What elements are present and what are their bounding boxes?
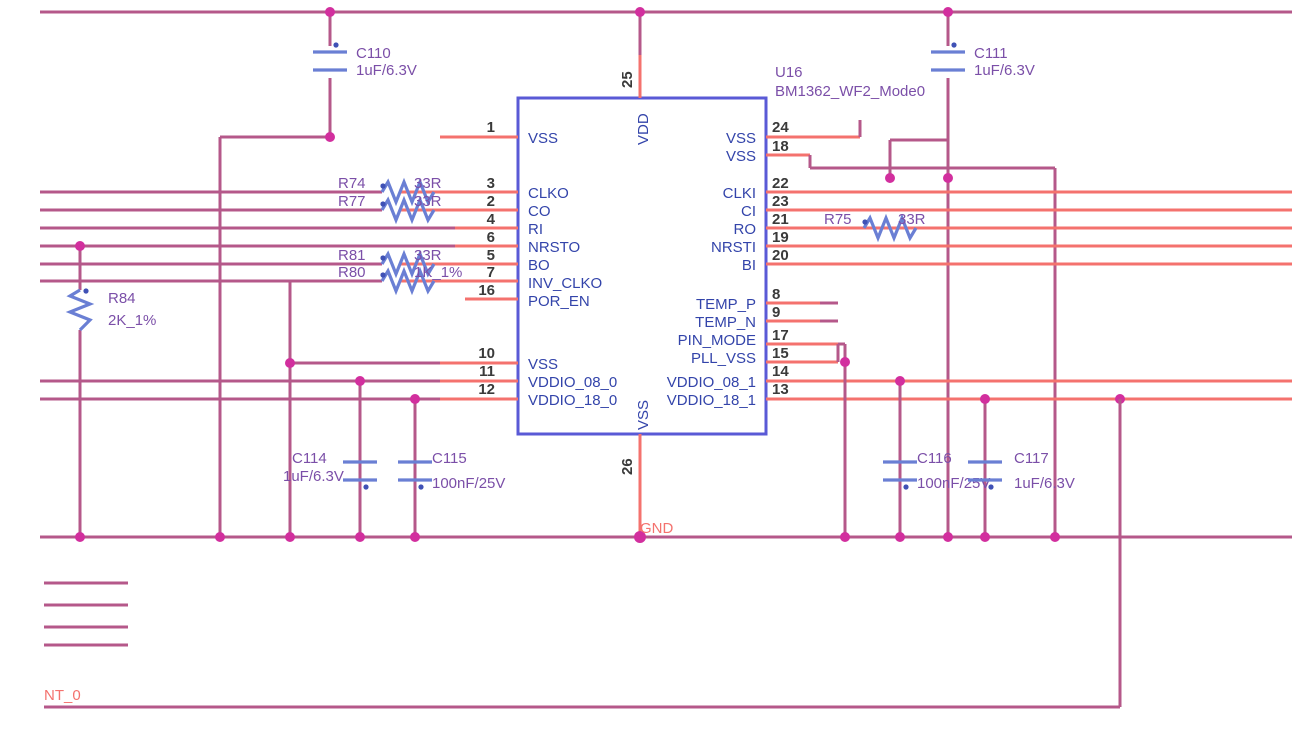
capacitor-c111[interactable]: C111 1uF/6.3V — [931, 42, 1035, 79]
ic-part-number: BM1362_WF2_Mode0 — [775, 83, 925, 100]
pin-label-3: CLKO — [528, 185, 569, 202]
pin-number-15: 15 — [772, 345, 789, 362]
resistor-r80[interactable]: R80 1K_1% — [338, 264, 462, 296]
capacitor-c115-value: 100nF/25V — [432, 475, 505, 492]
pin-label-6: NRSTO — [528, 239, 580, 256]
pin-number-17: 17 — [772, 327, 789, 344]
capacitor-c110-ref: C110 — [356, 45, 391, 62]
resistor-r84-ref: R84 — [108, 290, 136, 307]
resistor-r74-ref: R74 — [338, 175, 366, 192]
pin-label-14: VDDIO_08_1 — [667, 374, 756, 391]
pin-number-4: 4 — [487, 211, 496, 228]
resistor-r84[interactable]: R84 2K_1% — [65, 288, 156, 332]
ic-designator: U16 — [775, 64, 803, 81]
pin-number-6: 6 — [487, 229, 495, 246]
capacitor-c110[interactable]: C110 1uF/6.3V — [313, 42, 417, 79]
pin-label-19: NRSTI — [711, 239, 756, 256]
resistor-r81-ref: R81 — [338, 247, 366, 264]
pin-label-vdd: VDD — [635, 113, 652, 145]
net-nt0: NT_0 — [44, 399, 1122, 709]
pin-number-20: 20 — [772, 247, 789, 264]
left-pin-numbers: 1 3 2 4 6 5 7 16 10 11 12 — [478, 119, 495, 398]
capacitor-c114-value: 1uF/6.3V — [283, 468, 344, 485]
pin-number-19: 19 — [772, 229, 789, 246]
capacitor-c116-ref: C116 — [917, 450, 952, 467]
capacitor-c114[interactable]: C114 1uF/6.3V — [283, 450, 377, 490]
pin-number-7: 7 — [487, 264, 495, 281]
pin-label-20: BI — [742, 257, 756, 274]
pin-label-17: PIN_MODE — [678, 332, 756, 349]
pin-number-21: 21 — [772, 211, 789, 228]
pin-label-13: VDDIO_18_1 — [667, 392, 756, 409]
pin-label-18: VSS — [726, 148, 756, 165]
pin-number-26: 26 — [619, 458, 636, 475]
capacitor-c111-value: 1uF/6.3V — [974, 62, 1035, 79]
pin-label-24: VSS — [726, 130, 756, 147]
pin-number-13: 13 — [772, 381, 789, 398]
pin-number-3: 3 — [487, 175, 495, 192]
resistor-r80-ref: R80 — [338, 264, 366, 281]
pin-label-1: VSS — [528, 130, 558, 147]
pin-label-7: INV_CLKO — [528, 275, 602, 292]
vss-return-wires — [808, 120, 1055, 170]
left-bus-wires — [40, 190, 455, 537]
pin-number-25: 25 — [619, 71, 636, 88]
resistor-r75-value: 33R — [898, 211, 926, 228]
right-pin-numbers: 24 18 22 23 21 19 20 8 9 17 15 14 13 — [772, 119, 789, 398]
schematic-canvas: U16 BM1362_WF2_Mode0 25 VDD VSS 26 VSS C… — [0, 0, 1292, 733]
pin-number-18: 18 — [772, 138, 789, 155]
resistor-r81-value: 33R — [414, 247, 442, 264]
resistor-r77[interactable]: R77 33R — [338, 193, 442, 225]
pin-label-21: RO — [734, 221, 757, 238]
resistor-r75-ref: R75 — [824, 211, 852, 228]
capacitor-c114-ref: C114 — [292, 450, 327, 467]
pin-label-15: PLL_VSS — [691, 350, 756, 367]
pin-number-9: 9 — [772, 304, 780, 321]
pin-label-2: CO — [528, 203, 551, 220]
pin-number-12: 12 — [478, 381, 495, 398]
pin-number-10: 10 — [478, 345, 495, 362]
pin-number-23: 23 — [772, 193, 789, 210]
pin-number-11: 11 — [479, 363, 495, 380]
pin-label-12: VDDIO_18_0 — [528, 392, 617, 409]
capacitor-c111-ref: C111 — [974, 45, 1008, 62]
pin-label-23: CI — [741, 203, 756, 220]
net-label-nt0: NT_0 — [44, 687, 81, 704]
pin-number-5: 5 — [487, 247, 495, 264]
pin-number-1: 1 — [487, 119, 495, 136]
pin-number-8: 8 — [772, 286, 780, 303]
pin-label-8: TEMP_P — [696, 296, 756, 313]
resistor-r74-value: 33R — [414, 175, 442, 192]
pinmode-pllvss-wires — [820, 301, 850, 537]
resistor-r75[interactable]: R75 33R — [824, 211, 926, 243]
pin-number-24: 24 — [772, 119, 789, 136]
capacitor-c117-value: 1uF/6.3V — [1014, 475, 1075, 492]
pin-label-11: VDDIO_08_0 — [528, 374, 617, 391]
capacitor-c116-value: 100nF/25V — [917, 475, 990, 492]
pin-number-14: 14 — [772, 363, 789, 380]
pin-label-16: POR_EN — [528, 293, 590, 310]
schematic-svg: U16 BM1362_WF2_Mode0 25 VDD VSS 26 VSS C… — [40, 7, 1292, 709]
pin-label-9: TEMP_N — [695, 314, 756, 331]
capacitor-c115-ref: C115 — [432, 450, 467, 467]
net-label-gnd: GND — [640, 520, 674, 537]
resistor-r80-value: 1K_1% — [414, 264, 462, 281]
pin-label-10: VSS — [528, 356, 558, 373]
pin-number-22: 22 — [772, 175, 789, 192]
resistor-r84-value: 2K_1% — [108, 312, 156, 329]
pin-number-2: 2 — [487, 193, 495, 210]
bottom-left-stub-wires — [44, 581, 128, 647]
pin-label-22: CLKI — [723, 185, 756, 202]
capacitor-c110-value: 1uF/6.3V — [356, 62, 417, 79]
pin-number-16: 16 — [478, 282, 495, 299]
resistor-r77-ref: R77 — [338, 193, 366, 210]
resistor-r77-value: 33R — [414, 193, 442, 210]
capacitor-c117-ref: C117 — [1014, 450, 1049, 467]
pin-label-4: RI — [528, 221, 543, 238]
pin-label-vss-bottom: VSS — [635, 400, 652, 430]
pin-label-5: BO — [528, 257, 550, 274]
